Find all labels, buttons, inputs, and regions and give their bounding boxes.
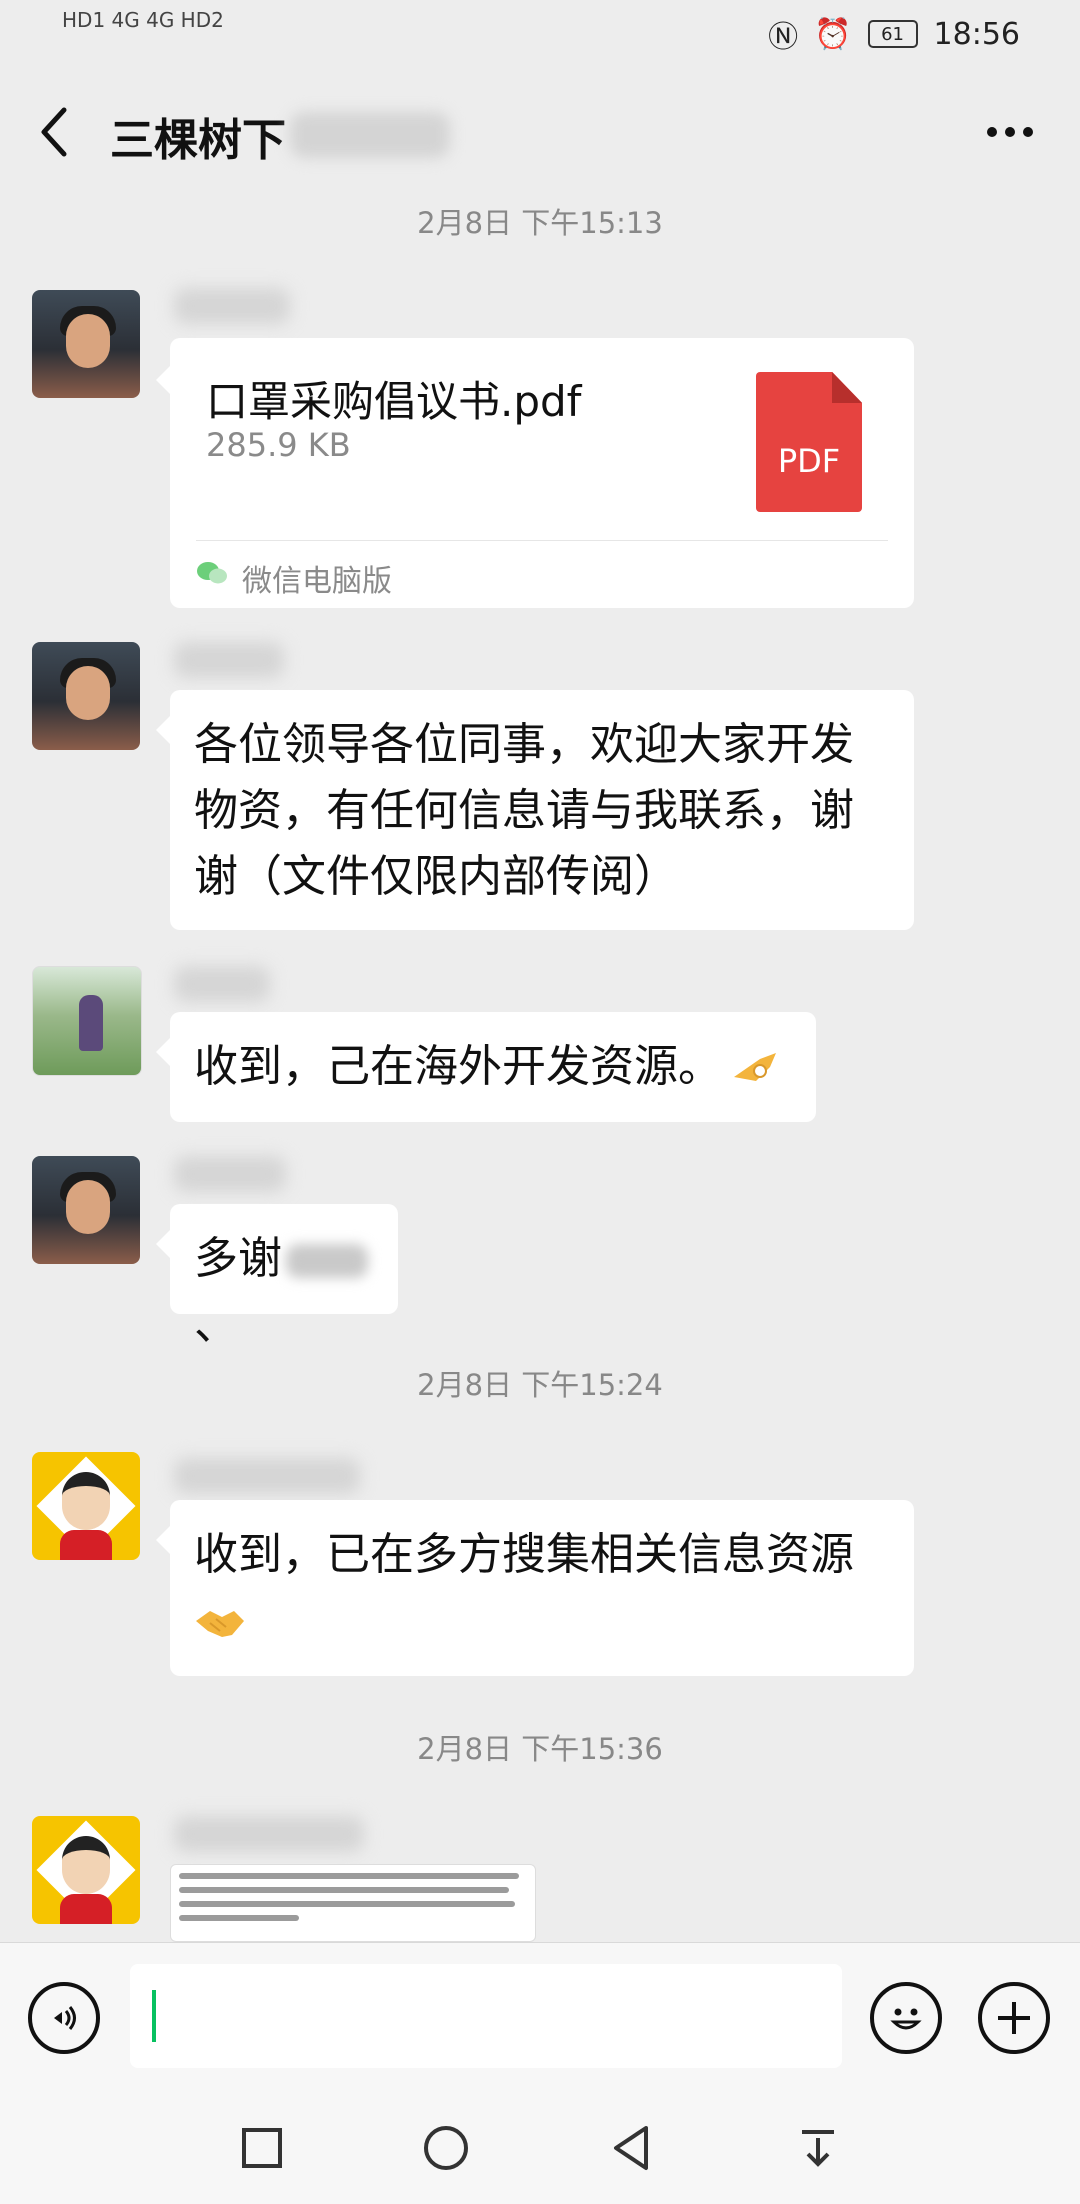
avatar-face [66, 1180, 110, 1234]
message-text-suffix: 、 [194, 1299, 238, 1350]
avatar-head [62, 1836, 110, 1894]
avatar-head [62, 1472, 110, 1530]
voice-icon [54, 2006, 76, 2030]
redacted-name-blur [286, 1244, 368, 1278]
down-bar-icon[interactable] [788, 2118, 848, 2178]
more-dots-icon[interactable] [984, 116, 1036, 148]
timestamp: 2月8日 下午15:24 [417, 1368, 663, 1402]
message-text: 收到，已在多方搜集相关信息资源 [194, 1529, 854, 1580]
timestamp: 2月8日 下午15:13 [417, 206, 663, 240]
sender-name-blur [174, 1458, 360, 1494]
handshake-emoji-icon [196, 1611, 244, 1637]
sender-name-blur [174, 642, 284, 678]
sender-name-blur [174, 1156, 286, 1192]
avatar-person [79, 995, 103, 1051]
plus-button[interactable] [978, 1982, 1050, 2054]
message-input[interactable] [130, 1964, 842, 2068]
card-divider [196, 540, 888, 541]
system-nav-bar [0, 2090, 1080, 2204]
alarm-icon: ⏰ [814, 16, 852, 52]
nfc-icon: Ⓝ [768, 20, 799, 55]
smile-icon [890, 2008, 922, 2030]
file-size: 285.9 KB [206, 426, 351, 464]
text-cursor [152, 1990, 156, 2042]
file-source-label: 微信电脑版 [242, 564, 392, 599]
pdf-icon-label: PDF [777, 442, 841, 480]
message-bubble[interactable]: 收到，己在海外开发资源。 [156, 1012, 816, 1122]
status-right-indicators: Ⓝ ⏰ 61 18:56 [768, 12, 1020, 56]
sender-name-blur [174, 1816, 364, 1852]
message-bubble[interactable]: 多谢、 [156, 1204, 398, 1350]
ok-hand-emoji-icon [734, 1053, 776, 1081]
square-icon[interactable] [232, 2118, 292, 2178]
message-bubble[interactable]: 收到，已在多方搜集相关信息资源 [156, 1500, 914, 1676]
message-text-prefix: 多谢 [194, 1233, 282, 1284]
avatar[interactable] [32, 966, 142, 1076]
message-text: 收到，己在海外开发资源。 [194, 1041, 722, 1092]
sender-name-blur [174, 966, 270, 1002]
sender-name-blur [174, 288, 290, 324]
avatar-body [60, 1530, 112, 1560]
message-text: 各位领导各位同事，欢迎大家开发物资，有任何信息请与我联系，谢谢（文件仅限内部传阅… [194, 719, 854, 902]
pdf-file-icon: PDF [756, 372, 862, 512]
thumb-text-line [179, 1915, 299, 1921]
thumb-text-line [179, 1901, 515, 1907]
status-time: 18:56 [933, 16, 1020, 52]
avatar[interactable] [32, 1452, 140, 1560]
avatar-face [66, 314, 110, 368]
circle-icon[interactable] [416, 2118, 476, 2178]
file-name: 口罩采购倡议书.pdf [206, 377, 582, 426]
chat-title: 三棵树下 [110, 115, 286, 166]
avatar-body [60, 1894, 112, 1924]
network-indicators: HD1 4G 4G HD2 [62, 8, 224, 32]
message-bubble[interactable]: 各位领导各位同事，欢迎大家开发物资，有任何信息请与我联系，谢谢（文件仅限内部传阅… [156, 690, 914, 930]
plus-icon [998, 2002, 1030, 2034]
voice-button[interactable] [28, 1982, 100, 2054]
avatar[interactable] [32, 290, 140, 398]
emoji-button[interactable] [870, 1982, 942, 2054]
title-redacted-blur [290, 112, 450, 158]
avatar[interactable] [32, 1816, 140, 1924]
avatar-face [66, 666, 110, 720]
status-bar: HD1 4G 4G HD2 Ⓝ ⏰ 61 18:56 [0, 0, 1080, 66]
avatar[interactable] [32, 642, 140, 750]
wechat-icon [197, 562, 227, 584]
avatar[interactable] [32, 1156, 140, 1264]
thumb-text-line [179, 1873, 519, 1879]
image-message-thumbnail[interactable] [170, 1864, 536, 1942]
file-message-card[interactable]: 口罩采购倡议书.pdf 285.9 KB PDF 微信电脑版 [156, 338, 914, 608]
battery-icon: 61 [867, 20, 918, 48]
status-left-indicators: HD1 4G 4G HD2 [62, 8, 224, 32]
chevron-left-icon[interactable] [34, 104, 74, 160]
thumb-text-line [179, 1887, 509, 1893]
triangle-back-icon[interactable] [602, 2118, 662, 2178]
timestamp: 2月8日 下午15:36 [417, 1732, 663, 1766]
